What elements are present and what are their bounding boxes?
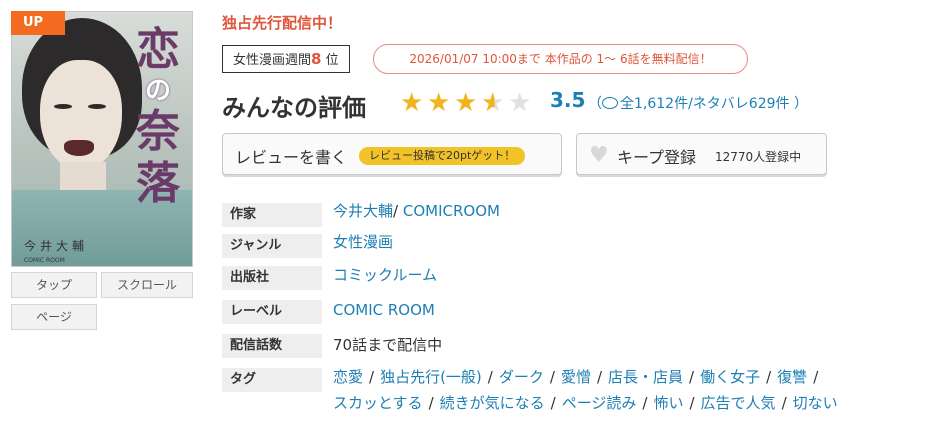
tag-link[interactable]: 店長・店員 <box>608 368 683 386</box>
studio-link[interactable]: COMICROOM <box>403 202 500 220</box>
rating-score: 3.5 <box>550 88 586 112</box>
tag-separator: / <box>689 368 695 386</box>
tag-separator: / <box>781 394 787 412</box>
heart-icon: ♥ <box>589 143 609 168</box>
review-counts-text: 全1,612件/ネタバレ629件 ） <box>620 96 808 112</box>
book-cover[interactable]: 恋 の 奈 落 今井大輔 COMIC ROOM <box>11 11 193 267</box>
star-full-icon: ★ <box>427 88 451 118</box>
tag-separator: / <box>596 368 603 386</box>
ranking-category: 女性漫画週間 <box>233 53 312 68</box>
tag-separator: / <box>487 368 493 386</box>
cover-author: 今井大輔 <box>24 239 89 253</box>
cover-title-char: 恋 <box>136 24 180 75</box>
keep-count: 12770人登録中 <box>715 150 802 164</box>
publisher-label: 出版社 <box>222 266 322 290</box>
tap-view-button[interactable]: タップ <box>11 272 97 298</box>
cover-illustration-mouth <box>64 140 94 156</box>
star-full-icon: ★ <box>400 88 424 118</box>
tag-link[interactable]: 独占先行(一般) <box>380 368 482 386</box>
tag-separator: / <box>549 368 555 386</box>
author-label: 作家 <box>222 203 322 227</box>
tag-link[interactable]: 広告で人気 <box>701 394 776 412</box>
tag-separator: / <box>369 368 375 386</box>
episodes-label: 配信話数 <box>222 334 322 358</box>
ranking-suffix: 位 <box>321 53 339 68</box>
free-episodes-notice: 2026/01/07 10:00まで 本作品の 1～ 6話を無料配信！ <box>373 44 748 74</box>
tags-label: タグ <box>222 368 322 392</box>
cover-title-char: 落 <box>136 158 180 209</box>
genre-link[interactable]: 女性漫画 <box>333 232 393 252</box>
tag-link[interactable]: ページ読み <box>562 394 637 412</box>
author-separator: / <box>393 202 399 220</box>
cover-publisher: COMIC ROOM <box>24 257 65 264</box>
star-empty-icon: ★ <box>508 88 532 118</box>
episodes-value: 70話まで配信中 <box>333 336 443 354</box>
tag-link[interactable]: 復讐 <box>777 368 807 386</box>
star-rating: ★ ★ ★ ★ ★ <box>400 88 535 118</box>
star-half-icon: ★ <box>481 88 508 118</box>
tags-list: 恋愛 / 独占先行(一般) / ダーク / 愛憎 / 店長・店員 / 働く女子 / 復讐 / スカッとする… <box>333 364 933 416</box>
cover-title-char: の <box>144 76 171 106</box>
exclusive-notice: 独占先行配信中！ <box>222 14 343 32</box>
author-value: 今井大輔/ COMICROOM <box>333 201 500 221</box>
tag-link[interactable]: 切ない <box>793 394 838 412</box>
cover-title-char: 奈 <box>136 106 180 157</box>
label-link[interactable]: COMIC ROOM <box>333 300 435 320</box>
genre-label: ジャンル <box>222 234 322 258</box>
write-review-label: レビューを書く <box>235 148 348 167</box>
star-full-icon: ★ <box>454 88 478 118</box>
tag-separator: / <box>428 394 434 412</box>
keep-label: キープ登録 <box>617 148 697 167</box>
label-label: レーベル <box>222 300 322 324</box>
scroll-view-button[interactable]: スクロール <box>101 272 193 298</box>
tag-link[interactable]: 続きが気になる <box>440 394 545 412</box>
rating-title: みんなの評価 <box>222 94 366 122</box>
tag-link[interactable]: スカッとする <box>333 394 423 412</box>
open-paren: （ <box>588 96 602 112</box>
ranking-number: 8 <box>311 50 322 68</box>
keep-button[interactable]: ♥ キープ登録 12770人登録中 <box>576 133 827 175</box>
author-link[interactable]: 今井大輔 <box>333 202 393 220</box>
tag-link[interactable]: 働く女子 <box>700 368 760 386</box>
review-bonus-pill: レビュー投稿で20ptゲット！ <box>359 147 526 165</box>
write-review-button[interactable]: レビューを書く レビュー投稿で20ptゲット！ <box>222 133 562 175</box>
tag-separator: / <box>766 368 772 386</box>
comment-bubble-icon <box>602 97 618 109</box>
up-badge: UP <box>11 11 65 35</box>
ranking-badge[interactable]: 女性漫画週間8 位 <box>222 45 350 73</box>
publisher-link[interactable]: コミックルーム <box>333 265 437 285</box>
tag-separator: / <box>642 394 648 412</box>
review-counts[interactable]: （ 全1,612件/ネタバレ629件 ） <box>588 93 808 113</box>
tag-separator: / <box>689 394 695 412</box>
tag-separator: / <box>550 394 556 412</box>
cover-illustration-eye <box>54 104 72 109</box>
page-view-button[interactable]: ページ <box>11 304 97 330</box>
cover-illustration-eye <box>88 104 106 109</box>
tag-link[interactable]: 愛憎 <box>561 368 591 386</box>
cover-title: 恋 の 奈 落 <box>130 24 186 210</box>
tag-link[interactable]: ダーク <box>499 368 544 386</box>
tag-link[interactable]: 恋愛 <box>333 368 363 386</box>
tag-link[interactable]: 怖い <box>653 394 683 412</box>
tag-separator: / <box>813 368 819 386</box>
